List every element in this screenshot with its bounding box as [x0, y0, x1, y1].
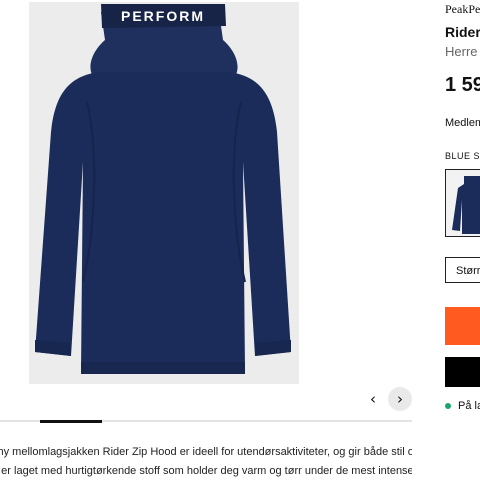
brand-logo[interactable]: PeakPe	[445, 2, 480, 17]
product-image: PERFORM	[29, 2, 299, 384]
product-title: Rider	[445, 24, 480, 40]
product-price: 1 599	[445, 74, 480, 96]
product-info-panel: PeakPe Rider Herre 1 599 Medlem BLUE SHA…	[438, 0, 480, 480]
description-line: n er laget med hurtigtørkende stoff som …	[0, 465, 412, 477]
secondary-action-button[interactable]	[445, 357, 480, 387]
gallery-progress-fill	[40, 420, 102, 423]
member-price-text: Medlem	[445, 117, 480, 129]
stock-status-text: På lag	[458, 400, 480, 412]
color-swatch[interactable]	[445, 169, 480, 237]
stock-status: På lag	[445, 400, 480, 412]
gallery-prev-button[interactable]: ‹	[361, 387, 385, 411]
gallery-progress	[0, 420, 412, 423]
chevron-left-icon: ‹	[370, 390, 376, 408]
stock-dot-icon	[445, 403, 451, 409]
size-select-button[interactable]: Størr	[445, 257, 480, 283]
gallery-next-button[interactable]: ›	[388, 387, 412, 411]
product-description: chy mellomlagsjakken Rider Zip Hood er i…	[0, 443, 412, 481]
chevron-right-icon: ›	[397, 390, 403, 408]
product-category: Herre	[445, 44, 478, 59]
description-line: chy mellomlagsjakken Rider Zip Hood er i…	[0, 446, 412, 458]
hood-band-text: PERFORM	[121, 8, 205, 24]
add-to-cart-button[interactable]	[445, 307, 480, 345]
product-gallery: PERFORM ‹ ›	[0, 0, 412, 428]
color-label: BLUE SHA	[445, 151, 480, 161]
